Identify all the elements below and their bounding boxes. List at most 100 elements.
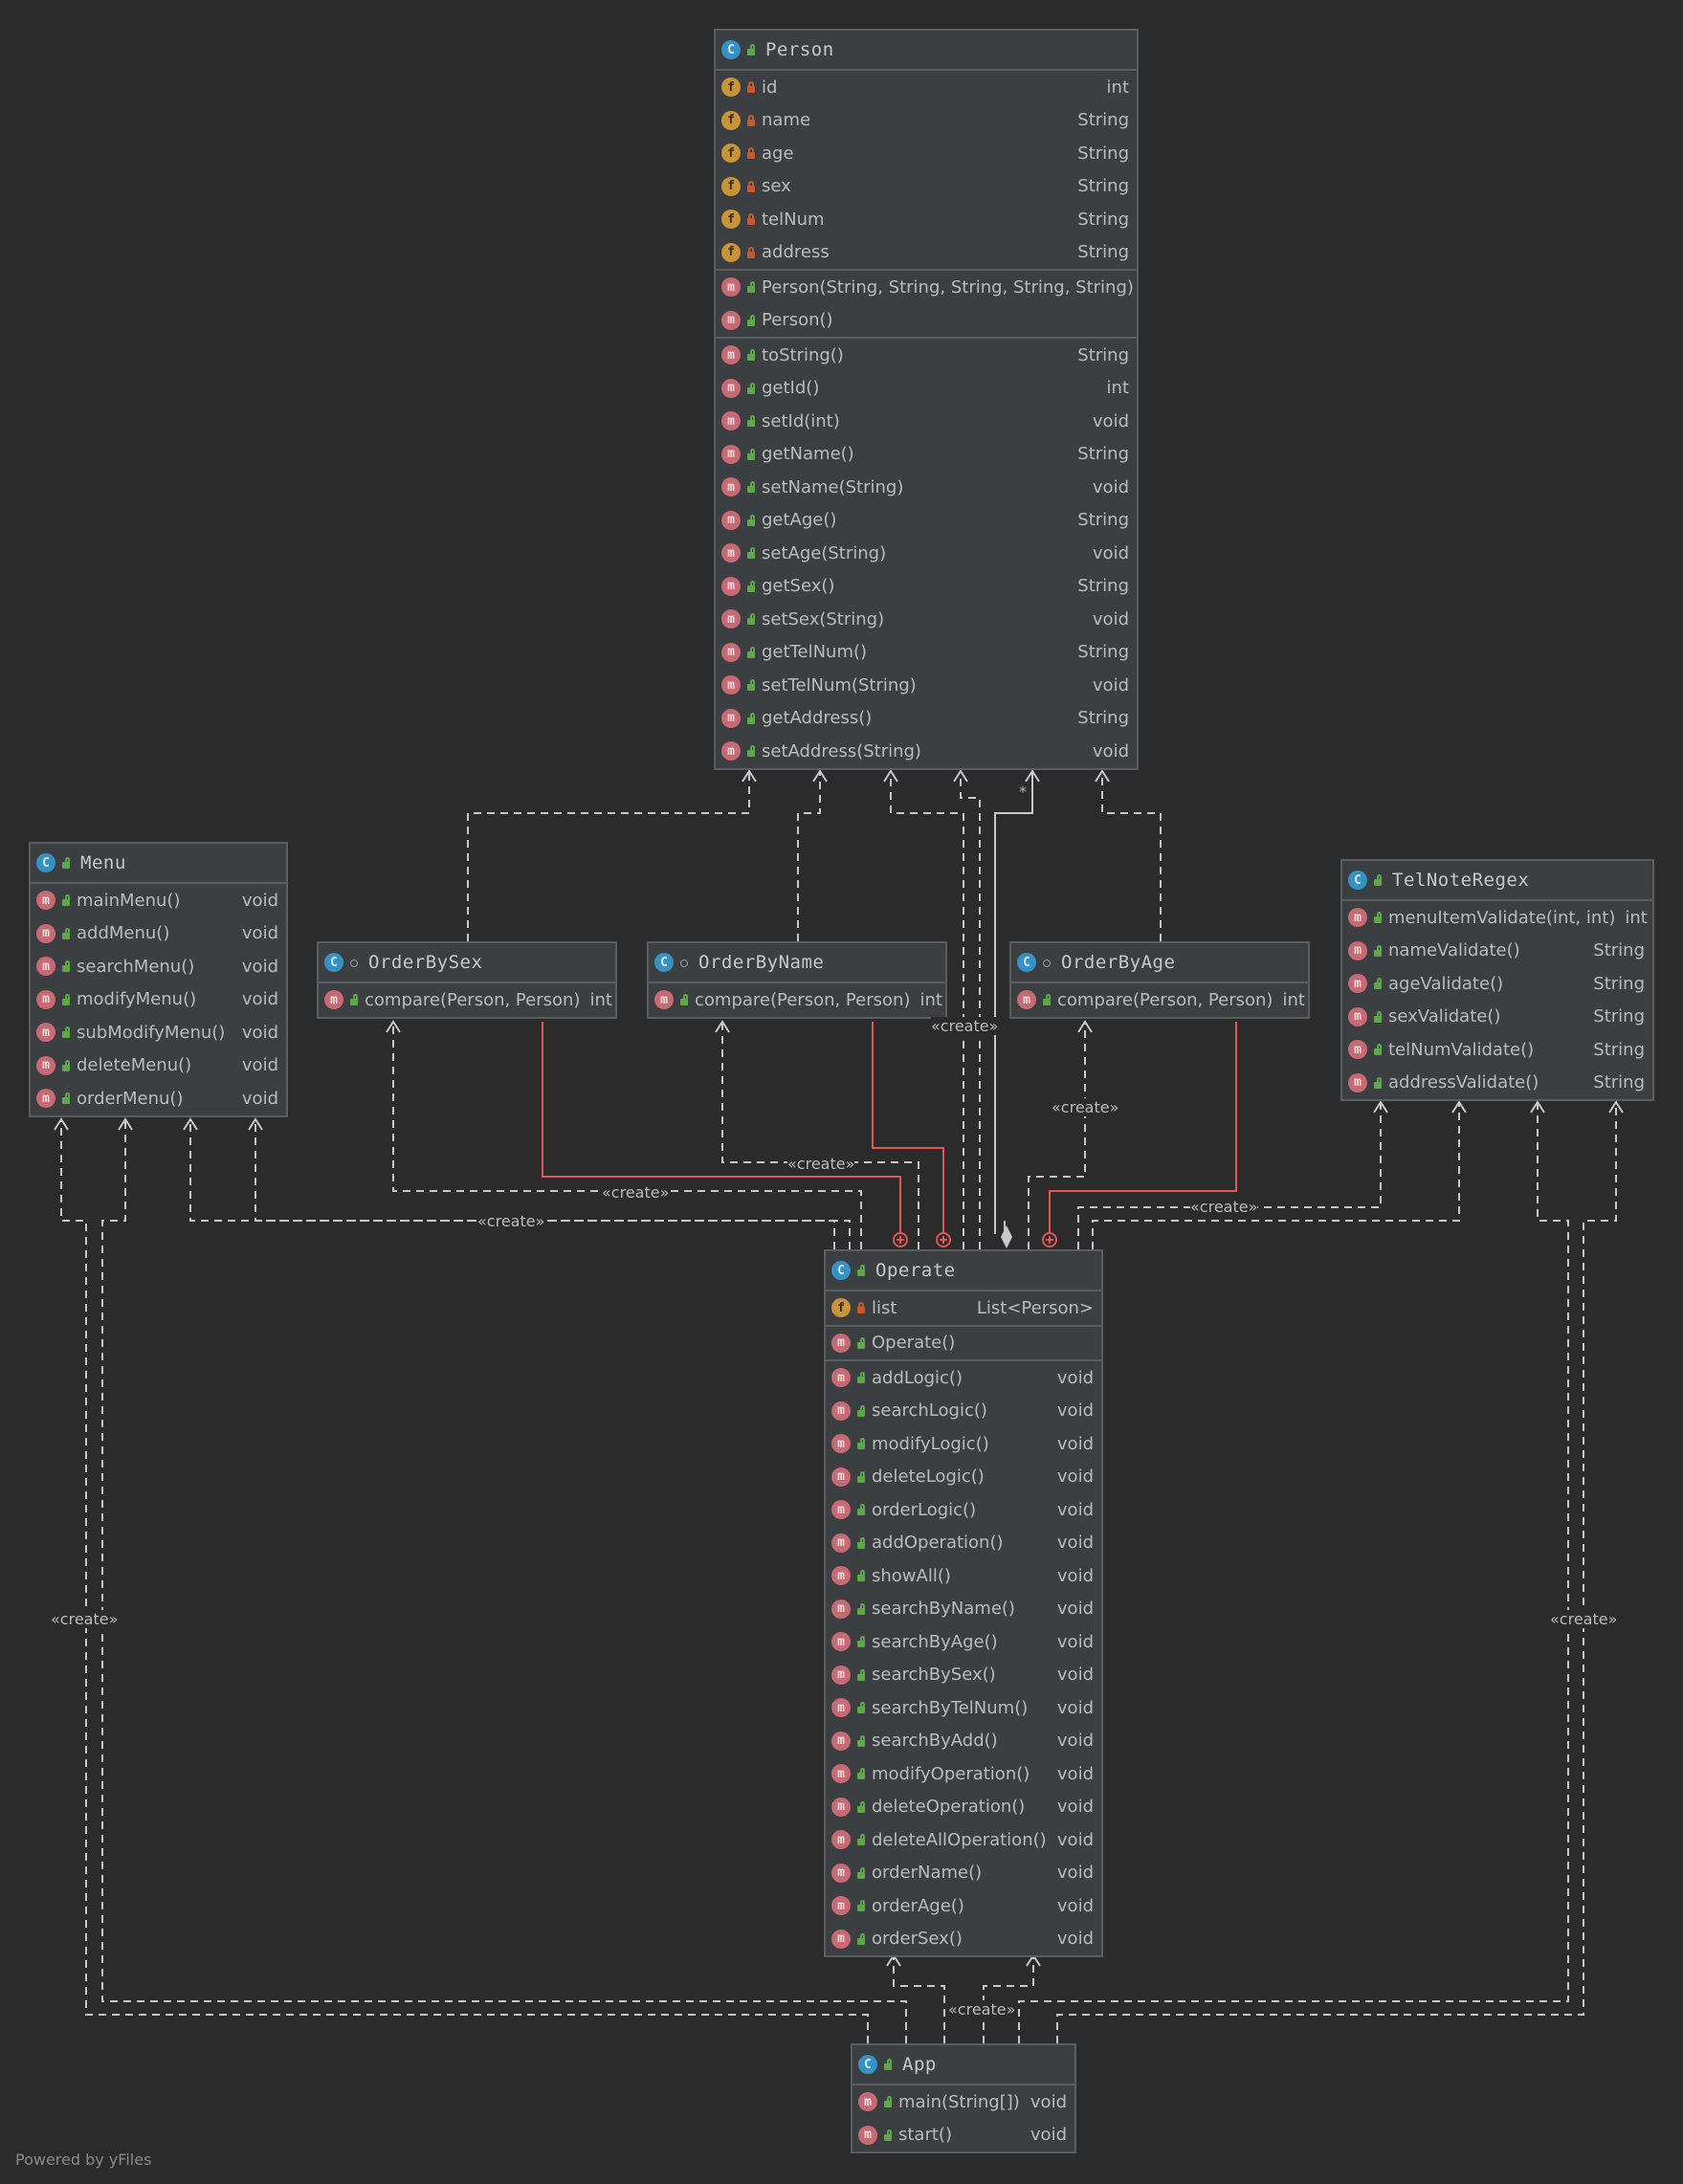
method-row[interactable]: m toString() String xyxy=(716,339,1137,372)
class-order-by-sex[interactable]: C OrderBySex m compare(Person, Person) int xyxy=(317,941,617,1019)
method-row[interactable]: m compare(Person, Person) int xyxy=(319,983,615,1017)
member-name: telNumValidate() xyxy=(1388,1039,1535,1060)
field-row[interactable]: f list List<Person> xyxy=(826,1291,1101,1325)
method-row[interactable]: m setSex(String) void xyxy=(716,603,1137,636)
method-row[interactable]: m searchByAge() void xyxy=(826,1625,1101,1659)
public-lock-icon xyxy=(61,927,71,939)
method-icon: m xyxy=(831,1401,851,1421)
method-icon: m xyxy=(721,444,741,464)
member-name: orderLogic() xyxy=(872,1499,977,1520)
member-name: showAll() xyxy=(872,1565,951,1586)
create-label: «create» xyxy=(948,2000,1016,2019)
public-lock-icon xyxy=(746,580,756,592)
field-icon: f xyxy=(721,110,741,130)
class-menu[interactable]: C Menu m mainMenu() void m addMenu() void m sea… xyxy=(29,842,288,1117)
method-row[interactable]: m searchMenu() void xyxy=(31,950,286,983)
method-row[interactable]: m ageValidate() String xyxy=(1342,967,1652,1001)
method-row[interactable]: m addMenu() void xyxy=(31,917,286,951)
member-name: searchBySex() xyxy=(872,1665,996,1686)
method-row[interactable]: m setAddress(String) void xyxy=(716,735,1137,768)
class-order-by-name[interactable]: C OrderByName m compare(Person, Person) in… xyxy=(647,941,947,1019)
method-icon: m xyxy=(721,277,741,298)
member-type: String xyxy=(1077,242,1129,263)
class-tel-note-regex[interactable]: C TelNoteRegex m menuItemValidate(int, in… xyxy=(1340,859,1654,1101)
constructor-row[interactable]: m Person(String, String, String, String, … xyxy=(716,271,1137,304)
member-name: deleteAllOperation() xyxy=(872,1829,1047,1850)
method-row[interactable]: m showAll() void xyxy=(826,1559,1101,1593)
method-row[interactable]: m orderLogic() void xyxy=(826,1493,1101,1527)
method-row[interactable]: m telNumValidate() String xyxy=(1342,1033,1652,1067)
field-row[interactable]: f age String xyxy=(716,137,1137,170)
method-row[interactable]: m getName() String xyxy=(716,438,1137,472)
class-person[interactable]: C Person f id int f name String f age String f sex… xyxy=(714,29,1139,770)
method-row[interactable]: m orderAge() void xyxy=(826,1889,1101,1923)
method-row[interactable]: m getId() int xyxy=(716,372,1137,406)
field-row[interactable]: f telNum String xyxy=(716,203,1137,236)
method-row[interactable]: m getSex() String xyxy=(716,570,1137,604)
method-row[interactable]: m setId(int) void xyxy=(716,405,1137,438)
private-lock-icon xyxy=(746,147,756,160)
method-row[interactable]: m getAge() String xyxy=(716,504,1137,538)
method-row[interactable]: m modifyOperation() void xyxy=(826,1757,1101,1791)
create-label: «create» xyxy=(602,1183,670,1202)
method-row[interactable]: m mainMenu() void xyxy=(31,884,286,917)
public-lock-icon xyxy=(856,1636,866,1648)
method-row[interactable]: m getTelNum() String xyxy=(716,636,1137,670)
method-row[interactable]: m addOperation() void xyxy=(826,1527,1101,1560)
member-type: void xyxy=(241,890,278,911)
member-type: void xyxy=(1056,1367,1094,1388)
constructor-row[interactable]: m Operate() xyxy=(826,1327,1101,1360)
method-row[interactable]: m addLogic() void xyxy=(826,1361,1101,1395)
member-name: searchLogic() xyxy=(872,1401,987,1422)
method-row[interactable]: m setName(String) void xyxy=(716,471,1137,504)
method-row[interactable]: m searchByAdd() void xyxy=(826,1725,1101,1758)
method-icon: m xyxy=(831,1830,851,1850)
field-row[interactable]: f name String xyxy=(716,104,1137,138)
method-icon: m xyxy=(721,510,741,530)
method-row[interactable]: m deleteMenu() void xyxy=(31,1049,286,1083)
class-operate[interactable]: C Operate f list List<Person> m Operate() m… xyxy=(824,1249,1103,1957)
method-row[interactable]: m start() void xyxy=(853,2119,1074,2152)
method-row[interactable]: m getAddress() String xyxy=(716,702,1137,736)
field-row[interactable]: f id int xyxy=(716,71,1137,104)
method-row[interactable]: m subModifyMenu() void xyxy=(31,1016,286,1049)
method-row[interactable]: m sexValidate() String xyxy=(1342,1001,1652,1034)
class-app[interactable]: C App m main(String[]) void m start() void xyxy=(851,2043,1076,2153)
field-row[interactable]: f address String xyxy=(716,236,1137,270)
method-row[interactable]: m addressValidate() String xyxy=(1342,1067,1652,1100)
method-icon: m xyxy=(721,675,741,695)
method-row[interactable]: m searchByName() void xyxy=(826,1593,1101,1626)
method-row[interactable]: m orderSex() void xyxy=(826,1923,1101,1956)
member-type: String xyxy=(1593,973,1645,994)
method-row[interactable]: m setTelNum(String) void xyxy=(716,669,1137,702)
class-title: App xyxy=(902,2054,937,2075)
member-type: String xyxy=(1593,1072,1645,1093)
member-name: compare(Person, Person) xyxy=(695,989,911,1010)
member-name: deleteOperation() xyxy=(872,1797,1026,1818)
class-order-by-age[interactable]: C OrderByAge m compare(Person, Person) int xyxy=(1009,941,1310,1019)
member-type: String xyxy=(1077,176,1129,197)
method-row[interactable]: m compare(Person, Person) int xyxy=(649,983,945,1017)
method-row[interactable]: m deleteAllOperation() void xyxy=(826,1823,1101,1857)
method-icon: m xyxy=(36,1089,55,1109)
method-row[interactable]: m nameValidate() String xyxy=(1342,935,1652,968)
field-row[interactable]: f sex String xyxy=(716,170,1137,204)
member-name: main(String[]) xyxy=(898,2091,1020,2112)
method-row[interactable]: m deleteLogic() void xyxy=(826,1461,1101,1494)
method-row[interactable]: m compare(Person, Person) int xyxy=(1011,983,1308,1017)
method-row[interactable]: m main(String[]) void xyxy=(853,2085,1074,2119)
method-row[interactable]: m modifyMenu() void xyxy=(31,983,286,1017)
method-row[interactable]: m searchBySex() void xyxy=(826,1659,1101,1692)
method-row[interactable]: m orderMenu() void xyxy=(31,1082,286,1115)
method-row[interactable]: m menuItemValidate(int, int) int xyxy=(1342,901,1652,935)
public-icon xyxy=(883,2059,893,2070)
method-row[interactable]: m deleteOperation() void xyxy=(826,1791,1101,1824)
method-row[interactable]: m searchByTelNum() void xyxy=(826,1691,1101,1725)
constructor-row[interactable]: m Person() xyxy=(716,304,1137,338)
method-row[interactable]: m orderName() void xyxy=(826,1857,1101,1890)
method-row[interactable]: m modifyLogic() void xyxy=(826,1427,1101,1461)
method-row[interactable]: m searchLogic() void xyxy=(826,1395,1101,1428)
member-type: void xyxy=(1056,1499,1094,1520)
method-row[interactable]: m setAge(String) void xyxy=(716,537,1137,570)
public-lock-icon xyxy=(746,314,756,326)
